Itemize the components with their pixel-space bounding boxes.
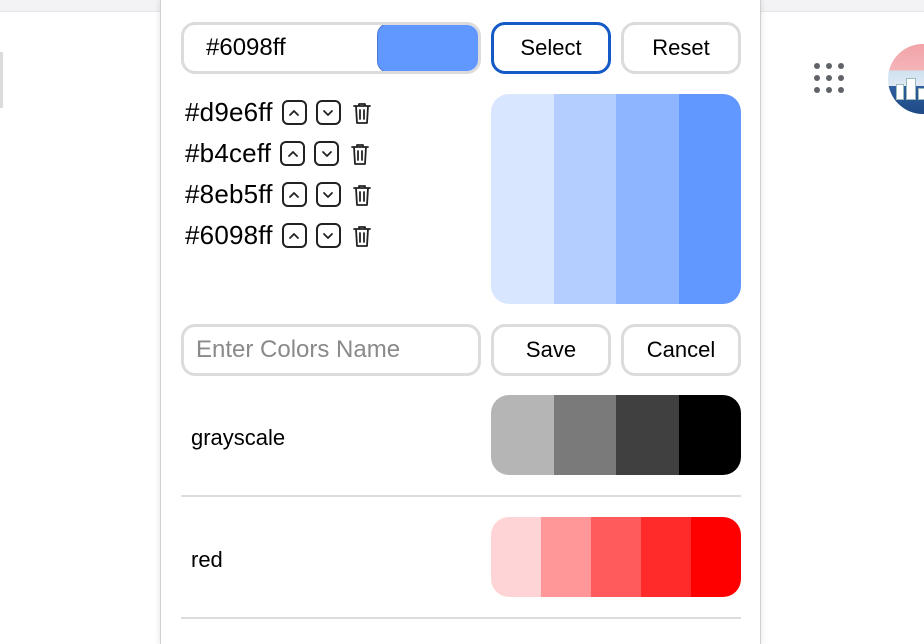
color-preview-swatch[interactable] [377,25,478,71]
apps-grid-icon[interactable] [808,60,844,96]
chevron-down-icon[interactable] [314,141,340,166]
cancel-button[interactable]: Cancel [621,324,741,376]
save-button[interactable]: Save [491,324,611,376]
chevron-down-icon[interactable] [315,223,341,248]
trash-icon[interactable] [348,141,372,167]
palette-swatch [491,395,554,475]
palette-swatch [541,517,591,597]
selected-colors-list: #d9e6ff #b4ceff #8eb5ff #6098ff [185,92,445,256]
saved-palette-item[interactable]: grayscale [181,375,741,497]
current-palette-preview [491,94,741,304]
trash-icon[interactable] [350,223,374,249]
page-edge-divider [0,52,3,108]
avatar[interactable] [888,44,924,114]
palette-swatch [553,94,616,304]
chevron-down-icon[interactable] [315,182,341,207]
trash-icon[interactable] [350,182,374,208]
reset-button[interactable]: Reset [621,22,741,74]
color-row: #8eb5ff [185,174,445,215]
color-hex-label: #b4ceff [185,138,272,168]
chevron-down-icon[interactable] [315,100,341,125]
palette-swatch [491,517,541,597]
saved-palette-swatches[interactable] [491,395,741,475]
color-hex-label: #d9e6ff [185,97,273,127]
saved-palette-name: grayscale [191,425,286,450]
palette-swatch [491,94,554,304]
color-row: #b4ceff [185,133,445,174]
hex-input[interactable] [184,25,384,71]
chevron-up-icon[interactable] [281,223,307,248]
color-row: #6098ff [185,215,445,256]
saved-palette-swatches[interactable] [491,517,741,597]
hex-color-field [181,22,481,74]
palette-swatch [678,395,741,475]
color-picker-popup: Select Reset #d9e6ff #b4ceff #8eb5ff #60… [160,0,761,644]
palette-swatch [691,517,741,597]
trash-icon[interactable] [350,100,374,126]
select-button[interactable]: Select [491,22,611,74]
palette-swatch [616,395,679,475]
palette-name-input[interactable] [181,324,481,376]
chevron-up-icon[interactable] [281,182,307,207]
color-hex-label: #8eb5ff [185,179,273,209]
chevron-up-icon[interactable] [280,141,306,166]
chevron-up-icon[interactable] [281,100,307,125]
color-hex-label: #6098ff [185,220,273,250]
palette-swatch [641,517,691,597]
saved-palette-name: red [191,547,223,572]
saved-palette-item[interactable]: red [181,497,741,619]
palette-swatch [591,517,641,597]
palette-swatch [616,94,679,304]
palette-swatch [678,94,741,304]
color-row: #d9e6ff [185,92,445,133]
palette-swatch [553,395,616,475]
